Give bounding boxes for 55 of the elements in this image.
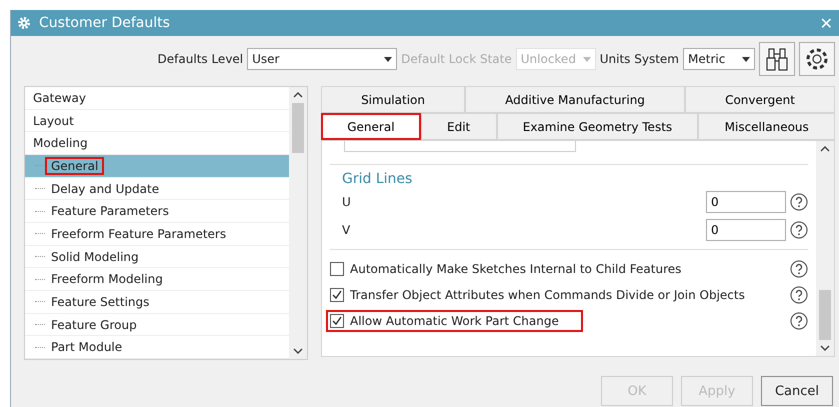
option-label[interactable]: Automatically Make Sketches Internal to Child Features bbox=[328, 260, 704, 278]
checkbox[interactable] bbox=[330, 262, 344, 276]
tab[interactable]: Examine Geometry Tests bbox=[496, 113, 698, 140]
scrollbar-thumb[interactable] bbox=[819, 290, 831, 340]
chevron-down-icon[interactable] bbox=[293, 347, 303, 355]
tree-item[interactable]: Layout bbox=[25, 110, 289, 132]
chevron-up-icon[interactable] bbox=[293, 91, 303, 99]
tab[interactable]: Edit bbox=[420, 113, 497, 140]
gear-icon bbox=[17, 16, 31, 30]
option-label[interactable]: Transfer Object Attributes when Commands Divide or Join Objects bbox=[328, 286, 767, 304]
tab[interactable]: General bbox=[321, 113, 421, 140]
field-label: U bbox=[342, 195, 352, 209]
checkbox[interactable] bbox=[330, 314, 344, 328]
binoculars-icon[interactable] bbox=[759, 42, 795, 76]
lock-state-label: Default Lock State bbox=[401, 52, 512, 66]
scrollbar[interactable] bbox=[816, 141, 834, 356]
help-icon[interactable] bbox=[790, 221, 808, 239]
defaults-level-dropdown[interactable]: User bbox=[247, 48, 398, 70]
tree-item[interactable]: General bbox=[25, 155, 289, 178]
dialog-button[interactable]: Cancel bbox=[761, 376, 833, 406]
tree-item[interactable]: Freeform Modeling bbox=[25, 268, 289, 292]
window-title: Customer Defaults bbox=[39, 15, 171, 31]
input-field[interactable]: 0 bbox=[706, 191, 786, 213]
field-label: V bbox=[342, 223, 352, 237]
checkbox[interactable] bbox=[330, 288, 344, 302]
tree-item[interactable]: Gateway bbox=[25, 87, 289, 110]
tree-item[interactable]: Part Module bbox=[25, 336, 289, 359]
tree-item[interactable]: Feature Parameters bbox=[25, 200, 289, 224]
chevron-down-icon[interactable] bbox=[820, 344, 830, 352]
help-icon[interactable] bbox=[790, 312, 808, 330]
defaults-level-label: Defaults Level bbox=[158, 52, 244, 66]
settings-icon[interactable] bbox=[799, 42, 835, 76]
tree-item[interactable]: Feature Settings bbox=[25, 291, 289, 314]
caret-icon bbox=[384, 56, 392, 62]
chevron-up-icon[interactable] bbox=[820, 145, 830, 153]
help-icon[interactable] bbox=[790, 286, 808, 304]
tab[interactable]: Miscellaneous bbox=[698, 113, 836, 140]
tab[interactable]: Convergent bbox=[685, 86, 835, 113]
scrollbar[interactable] bbox=[289, 87, 307, 359]
scrollbar-thumb[interactable] bbox=[292, 103, 304, 153]
tab[interactable]: Simulation bbox=[321, 86, 466, 113]
help-icon[interactable] bbox=[790, 260, 808, 278]
tree-item[interactable]: Delay and Update bbox=[25, 178, 289, 200]
tab[interactable]: Additive Manufacturing bbox=[465, 86, 686, 113]
units-system-dropdown[interactable]: Metric bbox=[683, 48, 755, 70]
tree-item[interactable]: Freeform Feature Parameters bbox=[25, 223, 289, 246]
caret-icon bbox=[582, 56, 591, 62]
input-field[interactable]: 0 bbox=[706, 219, 786, 241]
tree-item[interactable]: Solid Modeling bbox=[25, 246, 289, 268]
tree-item[interactable]: Feature Group bbox=[25, 314, 289, 336]
help-icon[interactable] bbox=[790, 193, 808, 211]
caret-icon bbox=[742, 56, 750, 62]
option-label[interactable]: Allow Automatic Work Part Change bbox=[328, 312, 581, 330]
units-system-label: Units System bbox=[600, 52, 679, 66]
section-title: Grid Lines bbox=[342, 171, 414, 187]
